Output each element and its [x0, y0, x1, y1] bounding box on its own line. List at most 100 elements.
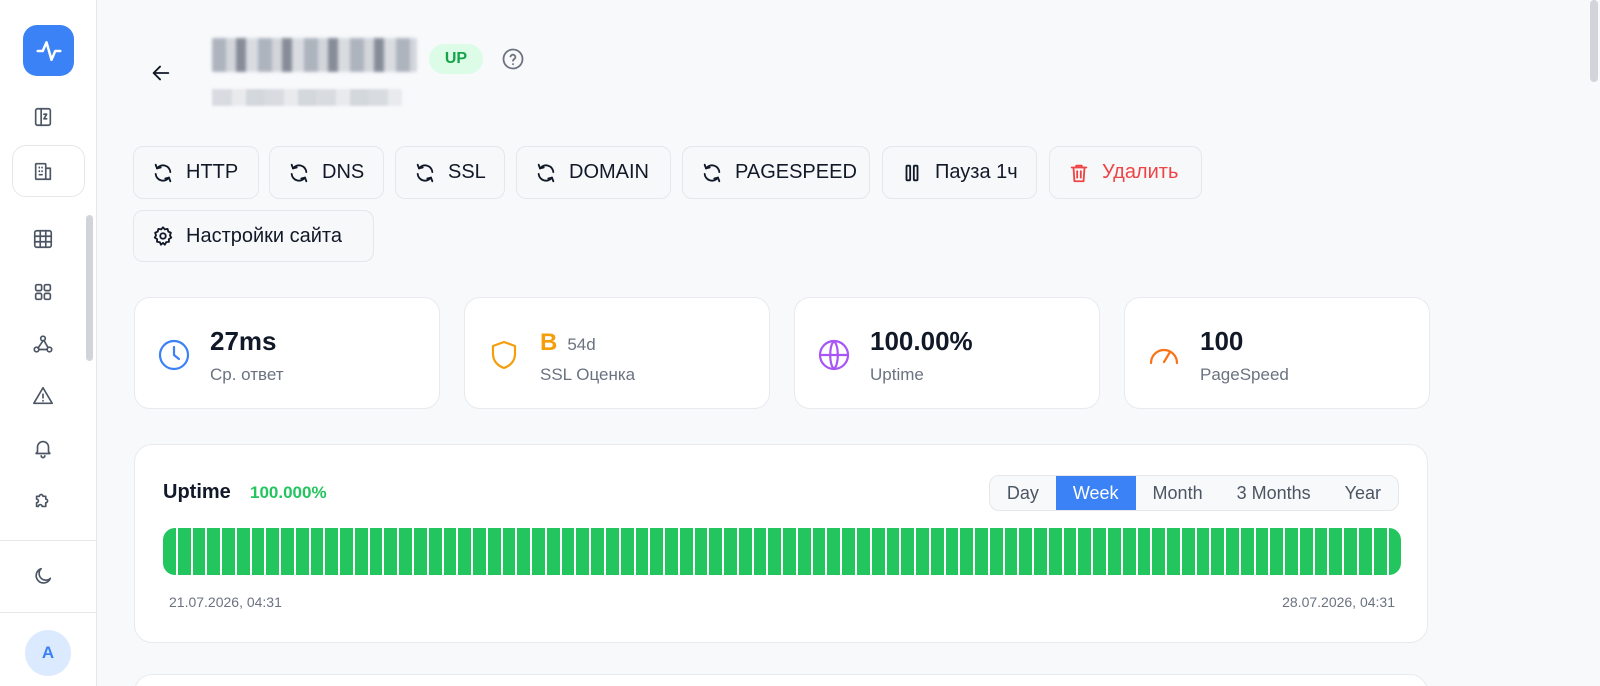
uptime-segment[interactable]	[709, 528, 723, 575]
uptime-segment[interactable]	[1004, 528, 1018, 575]
uptime-segment[interactable]	[414, 528, 427, 575]
uptime-segment[interactable]	[458, 528, 472, 575]
uptime-segment[interactable]	[266, 528, 280, 575]
uptime-segment[interactable]	[1122, 528, 1136, 575]
uptime-segment[interactable]	[1137, 528, 1151, 575]
uptime-segment[interactable]	[827, 528, 841, 575]
check-ssl-button[interactable]: SSL	[395, 146, 505, 199]
moon-icon[interactable]	[29, 562, 57, 590]
uptime-segment[interactable]	[399, 528, 413, 575]
uptime-segment[interactable]	[236, 528, 250, 575]
warning-icon[interactable]	[29, 382, 57, 410]
sidebar-item-book-icon[interactable]	[29, 103, 57, 131]
uptime-segment[interactable]	[325, 528, 339, 575]
uptime-segment[interactable]	[1359, 528, 1372, 575]
uptime-segment[interactable]	[620, 528, 634, 575]
uptime-segment[interactable]	[207, 528, 221, 575]
uptime-segment[interactable]	[1270, 528, 1284, 575]
uptime-segment[interactable]	[930, 528, 944, 575]
uptime-segment[interactable]	[679, 528, 693, 575]
uptime-segment[interactable]	[1078, 528, 1092, 575]
help-icon[interactable]	[501, 47, 525, 71]
uptime-segment[interactable]	[1108, 528, 1121, 575]
uptime-segment[interactable]	[546, 528, 560, 575]
uptime-segment[interactable]	[443, 528, 457, 575]
uptime-segment[interactable]	[1034, 528, 1047, 575]
uptime-segment[interactable]	[1255, 528, 1269, 575]
sidebar-scrollbar[interactable]	[86, 215, 93, 361]
check-domain-button[interactable]: DOMAIN	[516, 146, 671, 199]
uptime-segment[interactable]	[945, 528, 959, 575]
uptime-segment[interactable]	[768, 528, 782, 575]
uptime-segment[interactable]	[1152, 528, 1166, 575]
uptime-segment[interactable]	[502, 528, 516, 575]
uptime-segment[interactable]	[975, 528, 988, 575]
uptime-segment[interactable]	[517, 528, 531, 575]
uptime-segment[interactable]	[916, 528, 929, 575]
site-settings-button[interactable]: Настройки сайта	[133, 210, 374, 262]
uptime-segment[interactable]	[163, 528, 176, 575]
uptime-segment[interactable]	[384, 528, 398, 575]
uptime-segment[interactable]	[1019, 528, 1033, 575]
uptime-segment[interactable]	[901, 528, 915, 575]
uptime-segment[interactable]	[753, 528, 767, 575]
period-week[interactable]: Week	[1055, 476, 1136, 510]
uptime-segment[interactable]	[724, 528, 737, 575]
uptime-segment[interactable]	[192, 528, 206, 575]
uptime-segment[interactable]	[1048, 528, 1062, 575]
uptime-segment[interactable]	[1063, 528, 1077, 575]
uptime-segment[interactable]	[635, 528, 649, 575]
period-3-months[interactable]: 3 Months	[1220, 476, 1328, 510]
activity-logo-icon[interactable]	[23, 25, 74, 76]
bell-icon[interactable]	[29, 434, 57, 462]
check-http-button[interactable]: HTTP	[133, 146, 259, 199]
uptime-segment[interactable]	[989, 528, 1003, 575]
period-day[interactable]: Day	[990, 476, 1056, 510]
uptime-segment[interactable]	[591, 528, 604, 575]
avatar[interactable]: A	[25, 630, 71, 676]
uptime-segment[interactable]	[812, 528, 826, 575]
back-arrow-icon[interactable]	[148, 60, 174, 86]
puzzle-icon[interactable]	[29, 486, 57, 514]
delete-button[interactable]: Удалить	[1049, 146, 1202, 199]
uptime-segment[interactable]	[1285, 528, 1298, 575]
uptime-segment[interactable]	[1373, 528, 1387, 575]
uptime-segment[interactable]	[1299, 528, 1313, 575]
uptime-segment[interactable]	[177, 528, 191, 575]
uptime-segment[interactable]	[738, 528, 752, 575]
uptime-segment[interactable]	[1196, 528, 1210, 575]
uptime-segment[interactable]	[428, 528, 442, 575]
uptime-segment[interactable]	[1388, 528, 1401, 575]
uptime-segment[interactable]	[960, 528, 974, 575]
uptime-segment[interactable]	[665, 528, 678, 575]
table-icon[interactable]	[29, 225, 57, 253]
uptime-segment[interactable]	[1314, 528, 1328, 575]
uptime-segment[interactable]	[1329, 528, 1343, 575]
period-year[interactable]: Year	[1328, 476, 1398, 510]
uptime-segment[interactable]	[295, 528, 309, 575]
uptime-segment[interactable]	[561, 528, 575, 575]
check-dns-button[interactable]: DNS	[269, 146, 384, 199]
uptime-segment[interactable]	[354, 528, 368, 575]
period-month[interactable]: Month	[1136, 476, 1220, 510]
uptime-segment[interactable]	[473, 528, 486, 575]
uptime-segment[interactable]	[340, 528, 353, 575]
uptime-segment[interactable]	[650, 528, 664, 575]
grid-icon[interactable]	[29, 278, 57, 306]
uptime-segment[interactable]	[886, 528, 900, 575]
uptime-segment[interactable]	[1240, 528, 1254, 575]
uptime-segment[interactable]	[871, 528, 885, 575]
uptime-segment[interactable]	[532, 528, 545, 575]
uptime-segment[interactable]	[576, 528, 590, 575]
uptime-segment[interactable]	[222, 528, 235, 575]
uptime-segment[interactable]	[251, 528, 265, 575]
pause-button[interactable]: Пауза 1ч	[882, 146, 1037, 199]
uptime-segment[interactable]	[797, 528, 811, 575]
uptime-segment[interactable]	[1211, 528, 1225, 575]
uptime-segment[interactable]	[1226, 528, 1239, 575]
uptime-segment[interactable]	[856, 528, 870, 575]
uptime-segment[interactable]	[487, 528, 501, 575]
uptime-segment[interactable]	[1344, 528, 1358, 575]
uptime-segment[interactable]	[1181, 528, 1195, 575]
uptime-segment[interactable]	[1167, 528, 1180, 575]
